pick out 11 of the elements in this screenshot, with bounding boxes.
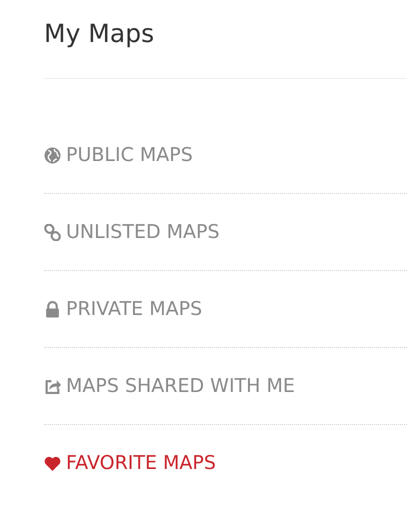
- map-category-link[interactable]: FAVORITE MAPS: [44, 452, 216, 474]
- chain-link-icon: [44, 224, 61, 240]
- globe-icon: [44, 146, 61, 164]
- lock-icon: [44, 300, 61, 318]
- page-title: My Maps: [44, 18, 156, 50]
- heart-icon: [44, 454, 61, 472]
- map-category-link[interactable]: PUBLIC MAPS: [44, 144, 193, 166]
- map-category-link[interactable]: UNLISTED MAPS: [44, 221, 220, 243]
- map-category-link[interactable]: MAPS SHARED WITH ME: [44, 375, 295, 397]
- map-category-link[interactable]: PRIVATE MAPS: [44, 298, 202, 320]
- share-icon: [44, 378, 61, 394]
